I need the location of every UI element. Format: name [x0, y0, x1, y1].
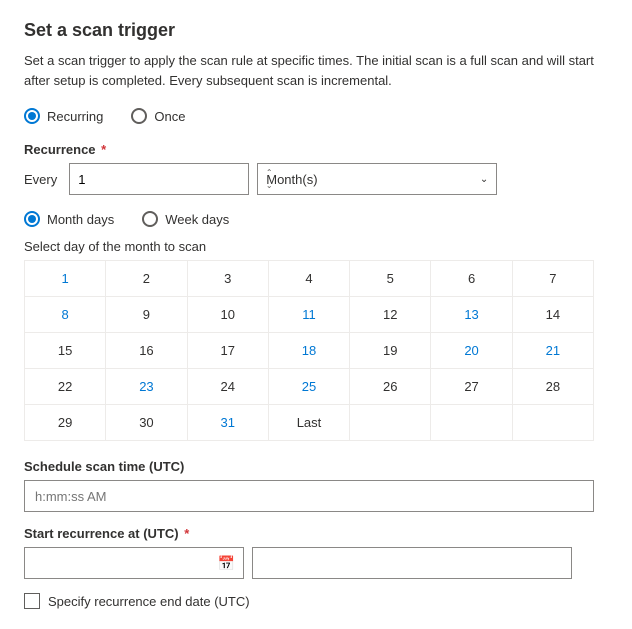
calendar-day-30[interactable]: 30 [106, 405, 187, 441]
calendar-day-14[interactable]: 14 [513, 297, 594, 333]
calendar-day-22[interactable]: 22 [25, 369, 106, 405]
calendar-day-16[interactable]: 16 [106, 333, 187, 369]
calendar-day-5[interactable]: 5 [350, 261, 431, 297]
end-date-checkbox[interactable] [24, 593, 40, 609]
radio-once-circle [131, 108, 147, 124]
calendar-day-10[interactable]: 10 [188, 297, 269, 333]
schedule-label: Schedule scan time (UTC) [24, 459, 608, 474]
calendar-day-9[interactable]: 9 [106, 297, 187, 333]
calendar-day-11[interactable]: 11 [269, 297, 350, 333]
calendar-day-1[interactable]: 1 [25, 261, 106, 297]
calendar-day-28[interactable]: 28 [513, 369, 594, 405]
calendar-empty-34 [513, 405, 594, 441]
recurrence-label: Recurrence * [24, 142, 608, 157]
every-label: Every [24, 172, 57, 187]
radio-recurring[interactable]: Recurring [24, 108, 103, 124]
radio-recurring-label: Recurring [47, 109, 103, 124]
calendar-empty-33 [431, 405, 512, 441]
calendar-day-13[interactable]: 13 [431, 297, 512, 333]
calendar-grid: 1234567891011121314151617181920212223242… [24, 260, 594, 441]
required-star: * [98, 142, 107, 157]
page-title: Set a scan trigger [24, 20, 608, 41]
calendar-day-18[interactable]: 18 [269, 333, 350, 369]
radio-month-days-label: Month days [47, 212, 114, 227]
recurrence-row: Every ⌃ ⌄ Month(s) ⌄ [24, 163, 608, 195]
calendar-day-Last[interactable]: Last [269, 405, 350, 441]
radio-week-days-label: Week days [165, 212, 229, 227]
calendar-day-21[interactable]: 21 [513, 333, 594, 369]
period-value: Month(s) [266, 172, 317, 187]
schedule-time-input[interactable] [24, 480, 594, 512]
calendar-day-3[interactable]: 3 [188, 261, 269, 297]
trigger-type-group: Recurring Once [24, 108, 608, 124]
select-day-label: Select day of the month to scan [24, 239, 608, 254]
calendar-day-20[interactable]: 20 [431, 333, 512, 369]
start-time-input[interactable]: 6:04:00 PM [252, 547, 572, 579]
calendar-day-31[interactable]: 31 [188, 405, 269, 441]
radio-once-label: Once [154, 109, 185, 124]
calendar-day-24[interactable]: 24 [188, 369, 269, 405]
calendar-day-7[interactable]: 7 [513, 261, 594, 297]
radio-month-days[interactable]: Month days [24, 211, 114, 227]
calendar-day-15[interactable]: 15 [25, 333, 106, 369]
calendar-day-12[interactable]: 12 [350, 297, 431, 333]
calendar-icon[interactable]: 📅 [218, 555, 235, 572]
end-date-label: Specify recurrence end date (UTC) [48, 594, 250, 609]
radio-week-days[interactable]: Week days [142, 211, 229, 227]
radio-recurring-circle [24, 108, 40, 124]
calendar-day-17[interactable]: 17 [188, 333, 269, 369]
chevron-down-icon: ⌄ [480, 174, 488, 185]
schedule-section: Schedule scan time (UTC) [24, 459, 608, 512]
page-description: Set a scan trigger to apply the scan rul… [24, 51, 608, 90]
calendar-day-4[interactable]: 4 [269, 261, 350, 297]
calendar-day-27[interactable]: 27 [431, 369, 512, 405]
calendar-day-6[interactable]: 6 [431, 261, 512, 297]
radio-month-days-circle [24, 211, 40, 227]
calendar-day-25[interactable]: 25 [269, 369, 350, 405]
calendar-empty-32 [350, 405, 431, 441]
radio-week-days-circle [142, 211, 158, 227]
day-type-group: Month days Week days [24, 211, 608, 227]
date-input-wrapper: 2020-11-21 📅 [24, 547, 244, 579]
period-dropdown[interactable]: Month(s) ⌄ [257, 163, 497, 195]
calendar-day-29[interactable]: 29 [25, 405, 106, 441]
end-date-row[interactable]: Specify recurrence end date (UTC) [24, 593, 608, 609]
every-input-wrapper: ⌃ ⌄ [69, 163, 249, 195]
calendar-day-26[interactable]: 26 [350, 369, 431, 405]
start-recurrence-row: 2020-11-21 📅 6:04:00 PM [24, 547, 608, 579]
calendar-day-23[interactable]: 23 [106, 369, 187, 405]
start-recurrence-required: * [181, 526, 190, 541]
start-recurrence-label: Start recurrence at (UTC) * [24, 526, 608, 541]
every-input[interactable] [70, 172, 262, 187]
calendar-day-19[interactable]: 19 [350, 333, 431, 369]
radio-once[interactable]: Once [131, 108, 185, 124]
calendar-day-2[interactable]: 2 [106, 261, 187, 297]
calendar-day-8[interactable]: 8 [25, 297, 106, 333]
start-date-input[interactable]: 2020-11-21 [33, 556, 218, 571]
